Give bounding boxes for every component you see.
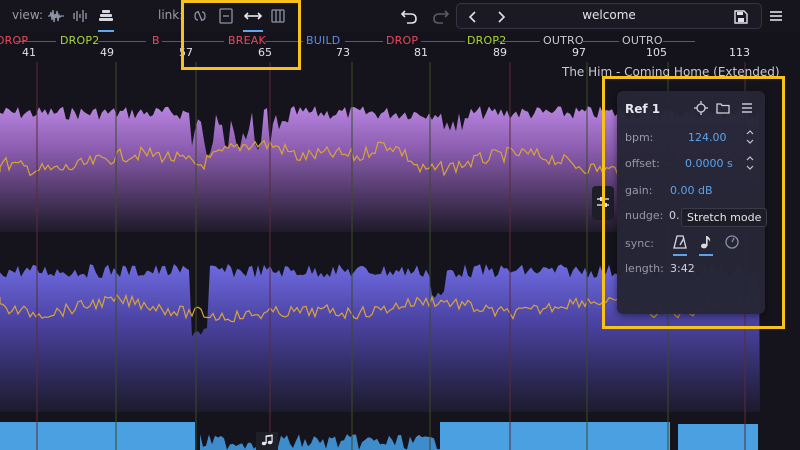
mixer-toggle[interactable] <box>592 186 614 220</box>
stacked-view-icon[interactable] <box>96 5 116 32</box>
reference-panel: Ref 1 bpm: 124.00 offset: 0.0000 s gain:… <box>617 91 765 314</box>
horizontal-link-icon[interactable] <box>241 5 265 32</box>
marker-label[interactable]: DROP2 <box>60 34 99 47</box>
gain-value[interactable]: 0.00 dB <box>670 184 713 197</box>
panel-title: Ref 1 <box>625 102 661 116</box>
marker-number: 81 <box>414 46 428 59</box>
view-label: view: <box>12 8 44 22</box>
offset-value[interactable]: 0.0000 s <box>685 157 733 170</box>
music-button[interactable] <box>256 432 278 450</box>
length-label: length: <box>625 262 664 275</box>
menu-icon[interactable] <box>739 100 755 116</box>
document-title: welcome <box>582 8 636 22</box>
waveform-view-icon[interactable] <box>46 5 66 27</box>
marker-number: 89 <box>493 46 507 59</box>
sliders-icon <box>596 196 610 211</box>
bpm-stepper-icon[interactable] <box>745 128 755 146</box>
sync-label: sync: <box>625 237 654 250</box>
menu-icon[interactable] <box>767 5 785 27</box>
nudge-value[interactable]: 0. <box>669 209 680 222</box>
offset-label: offset: <box>625 157 660 170</box>
gain-label: gain: <box>625 184 653 197</box>
marker-number: 41 <box>22 46 36 59</box>
fit-icon[interactable] <box>216 5 236 27</box>
marker-number: 73 <box>336 46 350 59</box>
marker-number: 49 <box>100 46 114 59</box>
undo-icon[interactable] <box>398 5 420 27</box>
link-label: link: <box>158 8 184 22</box>
waveform-block <box>440 422 670 450</box>
bars-view-icon[interactable] <box>71 5 91 27</box>
locate-icon[interactable] <box>693 100 709 116</box>
toolbar: view: link: welcome <box>0 0 800 32</box>
waveform-block <box>678 424 758 450</box>
marker-label[interactable]: B <box>152 34 160 47</box>
metronome-icon[interactable] <box>671 233 689 256</box>
columns-icon[interactable] <box>268 5 288 27</box>
marker-number: 65 <box>258 46 272 59</box>
bpm-label: bpm: <box>625 131 654 144</box>
marker-row: DROP DROP2 41 B 49 57 BREAK 65 BUILD 73 … <box>0 32 800 62</box>
folder-icon[interactable] <box>715 100 731 116</box>
unlink-icon[interactable] <box>190 5 210 27</box>
stretch-mode-tooltip: Stretch mode <box>681 208 768 227</box>
marker-number: 97 <box>572 46 586 59</box>
marker-number: 105 <box>646 46 667 59</box>
marker-number: 113 <box>729 46 750 59</box>
length-value: 3:42 <box>670 262 695 275</box>
track-title: The Him - Coming Home (Extended) <box>562 65 780 79</box>
waveform-block <box>0 422 195 450</box>
offset-stepper-icon[interactable] <box>745 154 755 172</box>
nudge-label: nudge: <box>625 209 664 222</box>
save-icon[interactable] <box>732 6 750 28</box>
title-bar: welcome <box>456 3 762 29</box>
music-note-icon[interactable] <box>697 233 715 256</box>
music-note-icon <box>261 434 273 449</box>
clock-icon[interactable] <box>723 233 741 251</box>
bpm-value[interactable]: 124.00 <box>688 131 727 144</box>
redo-icon[interactable] <box>430 5 452 27</box>
marker-number: 57 <box>179 46 193 59</box>
